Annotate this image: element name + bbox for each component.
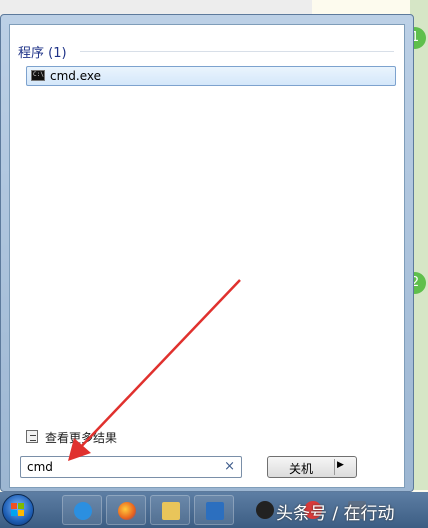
taskbar-app-file-explorer[interactable]	[150, 495, 190, 525]
annotation-arrow-shaft	[75, 279, 241, 453]
qq-icon[interactable]	[256, 501, 274, 519]
annotation-arrow	[68, 279, 241, 461]
taskbar-app-rstudio[interactable]	[194, 495, 234, 525]
windows-flag-icon	[11, 503, 25, 517]
rstudio-icon	[206, 502, 224, 520]
windows-start-icon[interactable]	[2, 494, 34, 526]
firefox-icon	[118, 502, 136, 520]
watermark-text: 头条号 / 在行动	[276, 504, 395, 524]
taskbar-app-firefox[interactable]	[106, 495, 146, 525]
internet-explorer-icon	[74, 502, 92, 520]
taskbar-app-internet-explorer[interactable]	[62, 495, 102, 525]
folder-icon	[162, 502, 180, 520]
